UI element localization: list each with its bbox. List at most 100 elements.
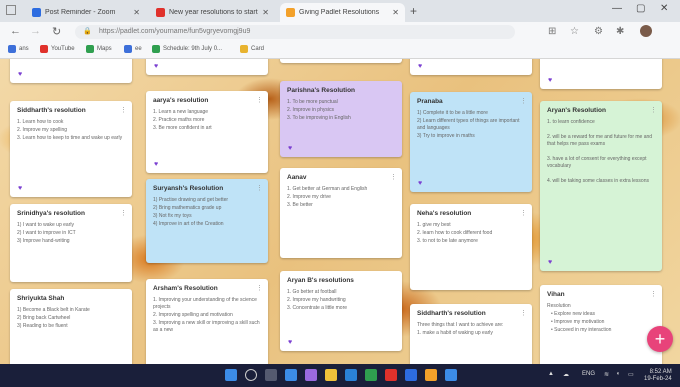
post-body: 1. To be more punctual 2. Improve in phy… [287,99,351,121]
more-options-icon[interactable]: ⋮ [520,309,527,317]
windows-start-icon[interactable] [225,369,237,381]
cast-icon[interactable]: ⊞ [548,26,556,37]
post-body: 1. Improving your understanding of the s… [153,297,260,333]
bookmark-item[interactable]: Maps [86,45,112,53]
cloud-icon[interactable]: ☁ [563,371,569,378]
tray-up-icon[interactable]: ▲ [548,371,554,377]
mail-icon[interactable] [445,369,457,381]
post-card[interactable]: Aryan's Resolution 1. to learn confidenc… [540,101,662,271]
post-card[interactable]: Pranaba 1) Complete it to be a little mo… [410,92,532,192]
post-card[interactable]: Aryan B's resolutions 1. Go better at fo… [280,271,402,351]
more-options-icon[interactable]: ⋮ [120,106,127,114]
post-card[interactable]: ♥ [146,59,268,75]
bookmark-item[interactable]: Schedule: 9th July 0... [152,45,222,53]
post-card[interactable]: Vihan Resolution • Explore new ideas • I… [540,285,662,364]
post-card[interactable]: Neha's resolution 1. give my best 2. lea… [410,204,532,290]
close-icon[interactable]: ✕ [262,8,269,17]
bookmark-item[interactable]: ee [124,45,142,53]
tab-label: New year resolutions to start [169,9,258,16]
file-explorer-icon[interactable] [325,369,337,381]
more-options-icon[interactable]: ⋮ [650,290,657,298]
post-card[interactable]: Arsham's Resolution 1. Improving your un… [146,279,268,364]
more-options-icon[interactable]: ⋮ [520,209,527,217]
post-title: aarya's resolution [153,97,209,104]
post-card[interactable]: Suryansh's Resolution 1) Practise drawin… [146,179,268,263]
extensions-icon[interactable]: ⚙ [594,26,603,37]
close-icon[interactable]: ✕ [392,8,399,17]
store-icon[interactable] [365,369,377,381]
wifi-icon[interactable]: ≋ [604,371,609,378]
bookmark-item[interactable]: ans [8,45,29,53]
post-title: Siddharth's resolution [417,310,486,317]
maps-icon [86,45,94,53]
heart-icon[interactable]: ♥ [18,185,22,192]
bookmark-star-icon[interactable]: ☆ [570,26,579,37]
post-body: Three things that I want to achieve are:… [417,322,504,336]
more-options-icon[interactable]: ⋮ [256,184,263,192]
reload-icon[interactable]: ↻ [52,25,61,38]
url-input[interactable]: 🔒 https://padlet.com/yourname/fun5vgryev… [75,25,515,39]
app-icon[interactable] [385,369,397,381]
heart-icon[interactable]: ♥ [548,77,552,84]
widgets-icon[interactable] [285,369,297,381]
bookmark-item[interactable]: Card [240,45,264,53]
add-post-button[interactable]: + [647,326,673,352]
more-options-icon[interactable]: ⋮ [256,96,263,104]
address-toolbar: ← → ↻ 🔒 https://padlet.com/yourname/fun5… [0,22,680,42]
minimize-icon[interactable]: — [612,3,622,14]
close-icon[interactable]: ✕ [133,8,140,17]
heart-icon[interactable]: ♥ [154,161,158,168]
chrome-icon[interactable] [425,369,437,381]
edge-icon[interactable] [345,369,357,381]
post-card[interactable]: Shriyukta Shah 1) Become a Black belt in… [10,289,132,364]
youtube-icon [40,45,48,53]
browser-tab-2[interactable]: New year resolutions to start ✕ [150,3,275,22]
window-close-icon[interactable]: ✕ [660,3,668,14]
forward-icon[interactable]: → [30,25,41,37]
more-options-icon[interactable]: ⋮ [520,97,527,105]
heart-icon[interactable]: ♥ [288,145,292,152]
post-card[interactable]: ♥ [540,59,662,89]
youtube-favicon-icon [156,8,165,17]
battery-icon[interactable]: ▭ [628,371,634,378]
back-icon[interactable]: ← [10,25,21,37]
puzzle-icon[interactable]: ✱ [616,26,624,37]
heart-icon[interactable]: ♥ [18,71,22,78]
post-card[interactable]: Siddharth's resolution Three things that… [410,304,532,364]
bookmarks-bar: ans YouTube Maps ee Schedule: 9th July 0… [0,42,680,59]
maximize-icon[interactable]: ▢ [636,3,645,14]
post-card[interactable]: aarya's resolution 1. Learn a new langua… [146,91,268,173]
post-title: Aryan's Resolution [547,107,606,114]
zoom-icon[interactable] [405,369,417,381]
search-icon[interactable] [245,369,257,381]
post-card[interactable]: Srinidhya's resolution 1) I want to wake… [10,204,132,282]
heart-icon[interactable]: ♥ [418,180,422,187]
post-card[interactable]: Parishna's Resolution 1. To be more punc… [280,81,402,157]
more-options-icon[interactable]: ⋮ [120,209,127,217]
post-card[interactable] [280,59,402,63]
volume-icon[interactable]: ◖ [616,371,620,377]
post-card[interactable]: ♥ [410,59,532,75]
profile-avatar[interactable] [640,25,652,37]
post-card[interactable]: ♥ [10,59,132,83]
task-view-icon[interactable] [265,369,277,381]
bookmark-item[interactable]: YouTube [40,45,75,53]
more-options-icon[interactable]: ⋮ [390,173,397,181]
post-title: Siddharth's resolution [17,107,86,114]
heart-icon[interactable]: ♥ [154,63,158,70]
system-clock[interactable]: 8:52 AM 19-Feb-24 [644,369,672,383]
heart-icon[interactable]: ♥ [548,259,552,266]
browser-tab-1[interactable]: Post Reminder - Zoom ✕ [26,3,146,22]
new-tab-icon[interactable]: + [410,4,417,18]
more-options-icon[interactable]: ⋮ [256,284,263,292]
window-menu-icon[interactable] [6,5,16,15]
language-indicator[interactable]: ENG [582,371,595,377]
post-card[interactable]: Aanav 1. Get better at German and Englis… [280,168,402,258]
more-options-icon[interactable]: ⋮ [650,106,657,114]
teams-icon[interactable] [305,369,317,381]
post-card[interactable]: Siddharth's resolution 1. Learn how to c… [10,101,132,197]
post-title: Aryan B's resolutions [287,277,354,284]
heart-icon[interactable]: ♥ [418,63,422,70]
heart-icon[interactable]: ♥ [288,339,292,346]
browser-tab-3[interactable]: Giving Padlet Resolutions ✕ [280,3,405,22]
